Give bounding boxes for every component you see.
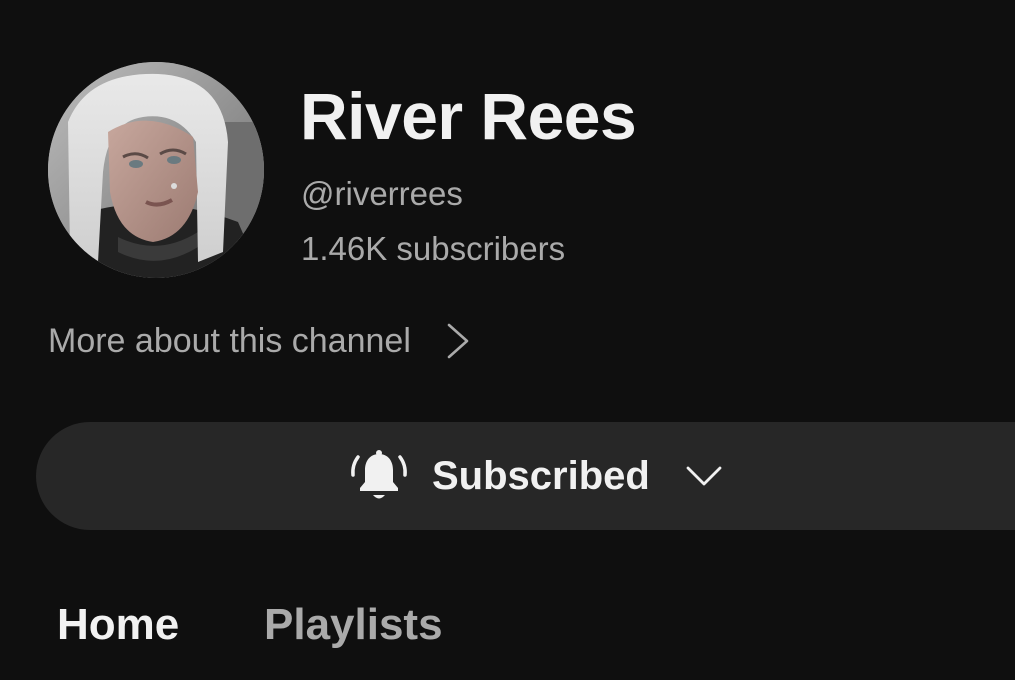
channel-page: River Rees @riverrees 1.46K subscribers …	[0, 0, 1015, 680]
channel-avatar[interactable]	[48, 62, 264, 278]
chevron-down-icon	[684, 464, 724, 488]
tab-home[interactable]: Home	[57, 600, 179, 650]
subscribed-button[interactable]: Subscribed	[36, 422, 1015, 530]
subscribed-label: Subscribed	[432, 453, 650, 498]
channel-handle: @riverrees	[301, 175, 463, 212]
tab-playlists[interactable]: Playlists	[264, 600, 443, 650]
bell-icon	[348, 445, 410, 507]
subscribed-button-content: Subscribed	[348, 422, 724, 530]
more-about-label: More about this channel	[48, 321, 411, 360]
subscriber-count: 1.46K subscribers	[301, 230, 566, 267]
chevron-right-icon	[445, 322, 471, 360]
more-about-channel-link[interactable]: More about this channel	[48, 316, 471, 366]
channel-name: River Rees	[300, 79, 637, 153]
channel-tabs: Home Playlists	[0, 590, 1015, 680]
avatar-image	[48, 62, 264, 278]
